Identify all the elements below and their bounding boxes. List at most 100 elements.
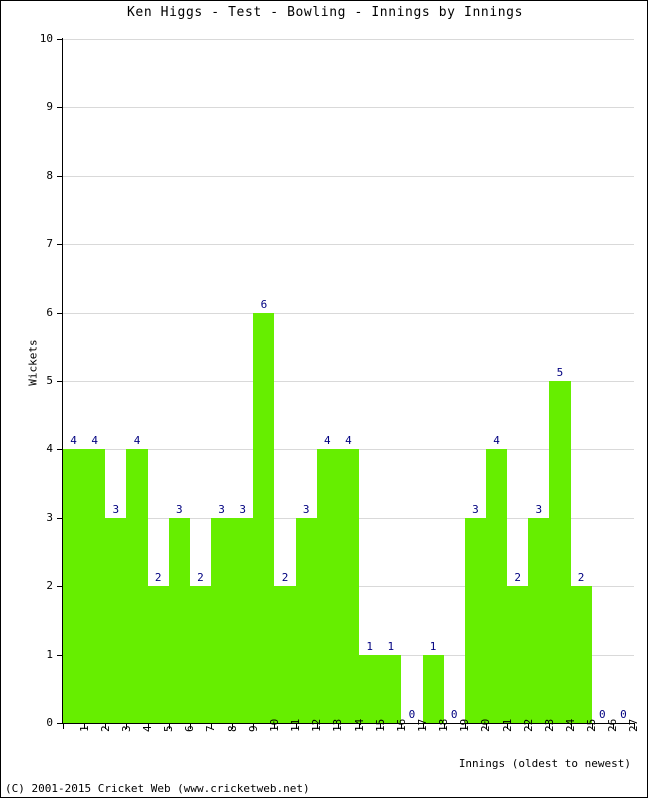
x-axis-tick-label: 27 <box>627 718 641 732</box>
bar-value-label: 4 <box>91 434 99 448</box>
gridline <box>63 107 634 109</box>
bar-value-label: 3 <box>218 502 225 516</box>
y-axis-tick <box>57 39 63 40</box>
x-axis-tick-label: 16 <box>394 718 408 732</box>
x-axis-tick-label: 3 <box>119 725 133 732</box>
x-axis-tick-label: 14 <box>352 718 366 732</box>
y-axis-tick <box>57 244 63 246</box>
y-axis-tick-label: 3 <box>46 510 53 524</box>
y-axis-tick <box>57 107 63 109</box>
bar <box>126 449 148 723</box>
x-axis-tick-label: 2 <box>98 725 112 732</box>
bar <box>570 586 592 723</box>
gridline <box>63 381 634 382</box>
y-axis-tick-label: 7 <box>46 237 53 251</box>
bar <box>337 449 360 723</box>
bar <box>274 586 296 723</box>
y-axis-tick-label: 0 <box>46 716 53 729</box>
y-axis-tick-label: 1 <box>46 647 53 661</box>
bar-value-label: 2 <box>577 571 585 585</box>
bar <box>464 517 486 723</box>
bar <box>549 381 571 723</box>
x-axis-title: Innings (oldest to newest) <box>458 757 631 770</box>
bar <box>189 586 212 723</box>
bar-value-label: 2 <box>154 571 162 585</box>
gridline <box>63 39 634 40</box>
x-axis-tick-label: 21 <box>500 718 514 732</box>
bar <box>507 586 529 723</box>
bar <box>316 449 338 723</box>
bar-value-label: 1 <box>429 639 437 653</box>
bar <box>84 449 106 723</box>
x-axis-tick-label: 11 <box>289 718 303 732</box>
y-axis-tick-label: 10 <box>39 32 53 45</box>
bar <box>147 586 169 723</box>
x-axis-tick-label: 13 <box>331 718 345 732</box>
gridline <box>63 312 634 314</box>
plot-area: 443423233623441101034235200 <box>63 39 634 723</box>
y-axis-tick-label: 4 <box>46 442 53 456</box>
footer-copyright: (C) 2001-2015 Cricket Web (www.cricketwe… <box>5 782 310 795</box>
x-axis-tick-label: 12 <box>310 718 324 732</box>
bar-value-label: 4 <box>133 434 141 448</box>
x-axis-tick-label: 5 <box>162 725 176 732</box>
bar-value-label: 1 <box>366 639 373 653</box>
x-axis-tick-label: 19 <box>458 718 472 732</box>
bar-value-label: 2 <box>514 571 521 585</box>
x-axis-tick-label: 18 <box>437 718 451 732</box>
bar <box>211 517 233 723</box>
x-axis-tick <box>63 723 64 729</box>
bar <box>422 654 444 723</box>
x-axis-tick-label: 4 <box>141 725 155 732</box>
bar-value-label: 3 <box>112 502 120 516</box>
bar-value-label: 2 <box>197 571 204 585</box>
x-axis-tick-label: 15 <box>373 718 387 732</box>
gridline <box>63 244 634 246</box>
bar-value-label: 3 <box>302 502 310 516</box>
x-axis-tick-label: 8 <box>225 725 239 732</box>
bar <box>359 654 381 723</box>
y-axis-tick <box>57 381 63 382</box>
y-axis-tick-label: 6 <box>46 305 53 319</box>
bar <box>528 517 550 723</box>
bar <box>295 517 317 723</box>
x-axis-tick-label: 9 <box>246 725 260 732</box>
bar <box>168 517 190 723</box>
x-axis-tick-label: 20 <box>479 718 493 732</box>
y-axis-title: Wickets <box>26 339 40 386</box>
y-axis-tick <box>57 586 63 588</box>
y-axis-tick-label: 2 <box>46 579 53 593</box>
bar-value-label: 3 <box>535 502 543 516</box>
bar <box>253 312 275 723</box>
x-axis-tick-label: 1 <box>77 725 91 732</box>
bar <box>485 449 508 723</box>
bar-value-label: 2 <box>281 571 289 585</box>
bar <box>63 449 85 723</box>
chart-title: Ken Higgs - Test - Bowling - Innings by … <box>126 5 524 20</box>
bar <box>232 517 254 723</box>
bar-value-label: 5 <box>556 366 564 379</box>
bar <box>105 517 127 723</box>
y-axis-tick <box>57 175 63 177</box>
y-axis-tick-label: 9 <box>46 100 53 114</box>
x-axis-tick-label: 7 <box>204 725 218 732</box>
bar-value-label: 3 <box>472 502 479 516</box>
chart-frame: Ken Higgs - Test - Bowling - Innings by … <box>0 0 648 798</box>
bar-value-label: 3 <box>239 502 247 516</box>
y-axis-tick <box>57 654 63 656</box>
x-axis-tick-label: 22 <box>521 718 535 732</box>
x-axis-tick-label: 26 <box>606 718 620 732</box>
x-axis-tick-label: 24 <box>563 718 577 732</box>
bar-value-label: 4 <box>345 434 352 448</box>
x-axis-tick-label: 10 <box>267 718 281 732</box>
y-axis-tick <box>57 312 63 314</box>
bar-value-label: 4 <box>493 434 500 448</box>
bar-value-label: 1 <box>387 639 395 653</box>
x-axis-tick-label: 25 <box>585 718 599 732</box>
x-axis-tick-label: 23 <box>542 718 556 732</box>
bar-value-label: 4 <box>70 434 77 448</box>
bar-value-label: 4 <box>324 434 331 448</box>
x-axis-tick-label: 17 <box>415 718 429 732</box>
bar-value-label: 6 <box>260 297 268 311</box>
bar <box>380 654 402 723</box>
